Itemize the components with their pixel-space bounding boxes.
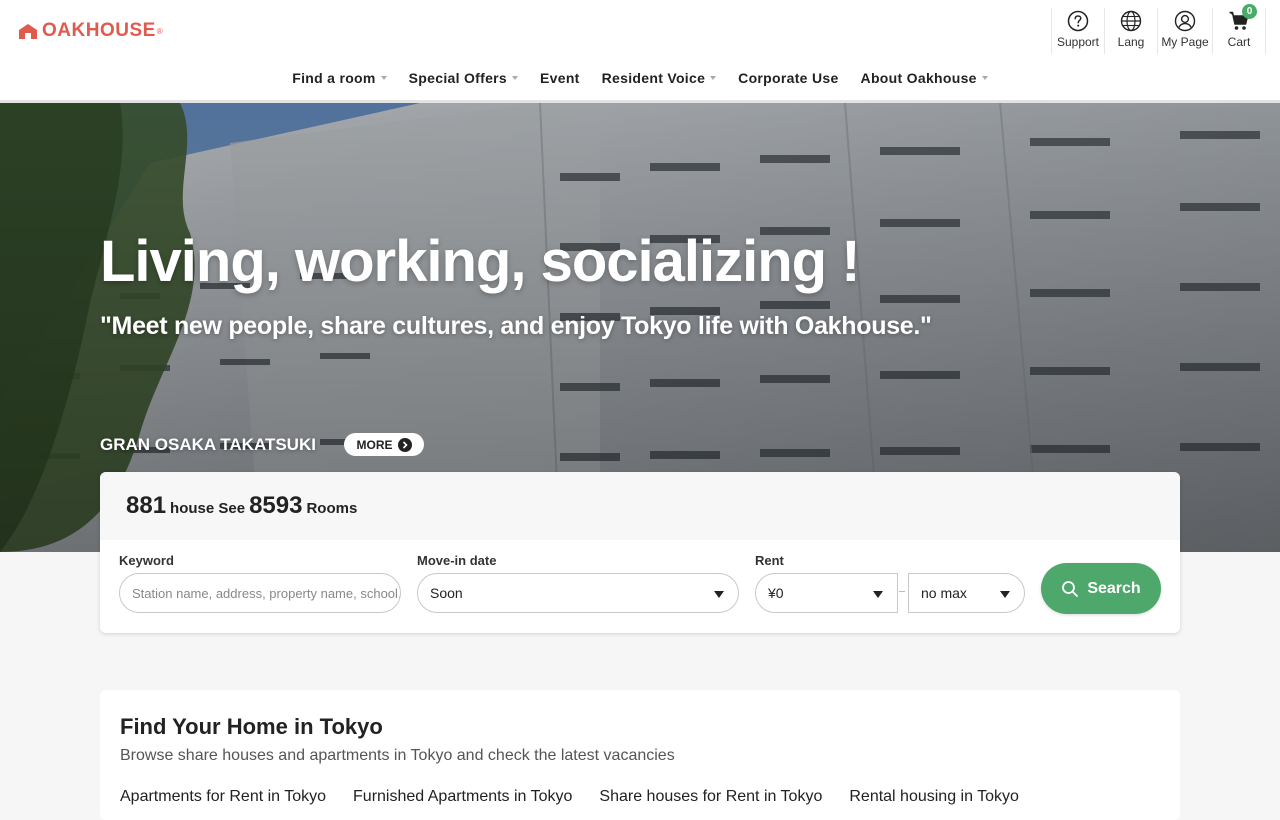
nav-resident-voice-label: Resident Voice [601, 70, 706, 86]
keyword-placeholder: Station name, address, property name, sc… [132, 585, 401, 601]
link-rental-housing-tokyo[interactable]: Rental housing in Tokyo [849, 788, 1019, 806]
move-in-date-value: Soon [430, 585, 463, 601]
featured-property-name: GRAN OSAKA TAKATSUKI [100, 435, 316, 454]
nav-about-oakhouse-label: About Oakhouse [860, 70, 977, 86]
nav-special-offers-label: Special Offers [408, 70, 508, 86]
find-home-section: Find Your Home in Tokyo Browse share hou… [100, 690, 1180, 820]
utility-bar: Support Lang My Page 0 Cart [1051, 4, 1266, 54]
nav-resident-voice[interactable]: Resident Voice [591, 70, 728, 86]
globe-icon [1120, 10, 1142, 32]
home-links: Apartments for Rent in Tokyo Furnished A… [120, 788, 1046, 806]
cart-label: Cart [1227, 35, 1251, 49]
keyword-input[interactable]: Station name, address, property name, sc… [119, 573, 401, 613]
support-button[interactable]: Support [1052, 8, 1105, 54]
room-count-text: Rooms [306, 499, 358, 517]
section-title: Find Your Home in Tokyo [120, 714, 383, 739]
link-furnished-apartments-tokyo[interactable]: Furnished Apartments in Tokyo [353, 788, 572, 806]
property-count: 881 house See 8593 Rooms [100, 472, 1180, 540]
nav-special-offers[interactable]: Special Offers [398, 70, 529, 86]
move-in-date-label: Move-in date [417, 553, 497, 568]
rent-max-select[interactable]: no max [908, 573, 1025, 613]
main-nav: Find a room Special Offers Event Residen… [0, 70, 1280, 86]
rent-label: Rent [755, 553, 784, 568]
house-logo-icon [19, 23, 37, 39]
question-circle-icon [1067, 10, 1089, 32]
section-subtitle: Browse share houses and apartments in To… [120, 747, 675, 764]
move-in-date-select[interactable]: Soon [417, 573, 739, 613]
dropdown-arrow-icon [873, 591, 883, 598]
house-count-text: house See [170, 499, 246, 517]
search-icon [1062, 580, 1079, 597]
dropdown-arrow-icon [714, 591, 724, 598]
chevron-down-icon [710, 76, 717, 80]
language-button[interactable]: Lang [1105, 8, 1158, 54]
link-apartments-tokyo[interactable]: Apartments for Rent in Tokyo [120, 788, 326, 806]
keyword-label: Keyword [119, 553, 174, 568]
rent-range-separator [899, 591, 905, 592]
search-button[interactable]: Search [1041, 563, 1161, 614]
nav-corporate-use[interactable]: Corporate Use [727, 70, 849, 86]
rent-max-value: no max [921, 585, 967, 601]
link-share-houses-tokyo[interactable]: Share houses for Rent in Tokyo [599, 788, 822, 806]
my-page-label: My Page [1161, 35, 1209, 49]
search-label: Search [1087, 579, 1141, 597]
logo-text: OAKHOUSE [42, 20, 156, 41]
cart-count-badge: 0 [1242, 4, 1257, 19]
search-panel: 881 house See 8593 Rooms Keyword Station… [100, 472, 1180, 633]
dropdown-arrow-icon [1000, 591, 1010, 598]
room-count: 8593 [249, 492, 303, 519]
nav-find-a-room[interactable]: Find a room [281, 70, 397, 86]
language-label: Lang [1117, 35, 1145, 49]
house-count: 881 [126, 492, 167, 519]
site-header: OAKHOUSE ® Support Lang My Page 0 Cart F… [0, 0, 1280, 103]
chevron-down-icon [380, 76, 387, 80]
logo-registered-mark: ® [156, 26, 163, 36]
hero-subtitle: "Meet new people, share cultures, and en… [100, 312, 932, 340]
support-label: Support [1056, 35, 1100, 49]
chevron-right-circle-icon [397, 437, 412, 452]
nav-event-label: Event [540, 70, 580, 86]
more-label: MORE [356, 437, 393, 452]
rent-min-value: ¥0 [768, 585, 784, 601]
rent-min-select[interactable]: ¥0 [755, 573, 898, 613]
chevron-down-icon [512, 76, 519, 80]
nav-about-oakhouse[interactable]: About Oakhouse [850, 70, 999, 86]
nav-event[interactable]: Event [529, 70, 591, 86]
oakhouse-logo[interactable]: OAKHOUSE ® [18, 20, 163, 42]
chevron-down-icon [981, 76, 988, 80]
more-button[interactable]: MORE [344, 433, 424, 456]
nav-corporate-use-label: Corporate Use [738, 70, 839, 86]
hero-title: Living, working, socializing ! [100, 229, 861, 294]
my-page-button[interactable]: My Page [1158, 8, 1213, 54]
nav-find-a-room-label: Find a room [292, 70, 376, 86]
cart-button[interactable]: 0 Cart [1213, 4, 1266, 54]
user-icon [1174, 10, 1196, 32]
